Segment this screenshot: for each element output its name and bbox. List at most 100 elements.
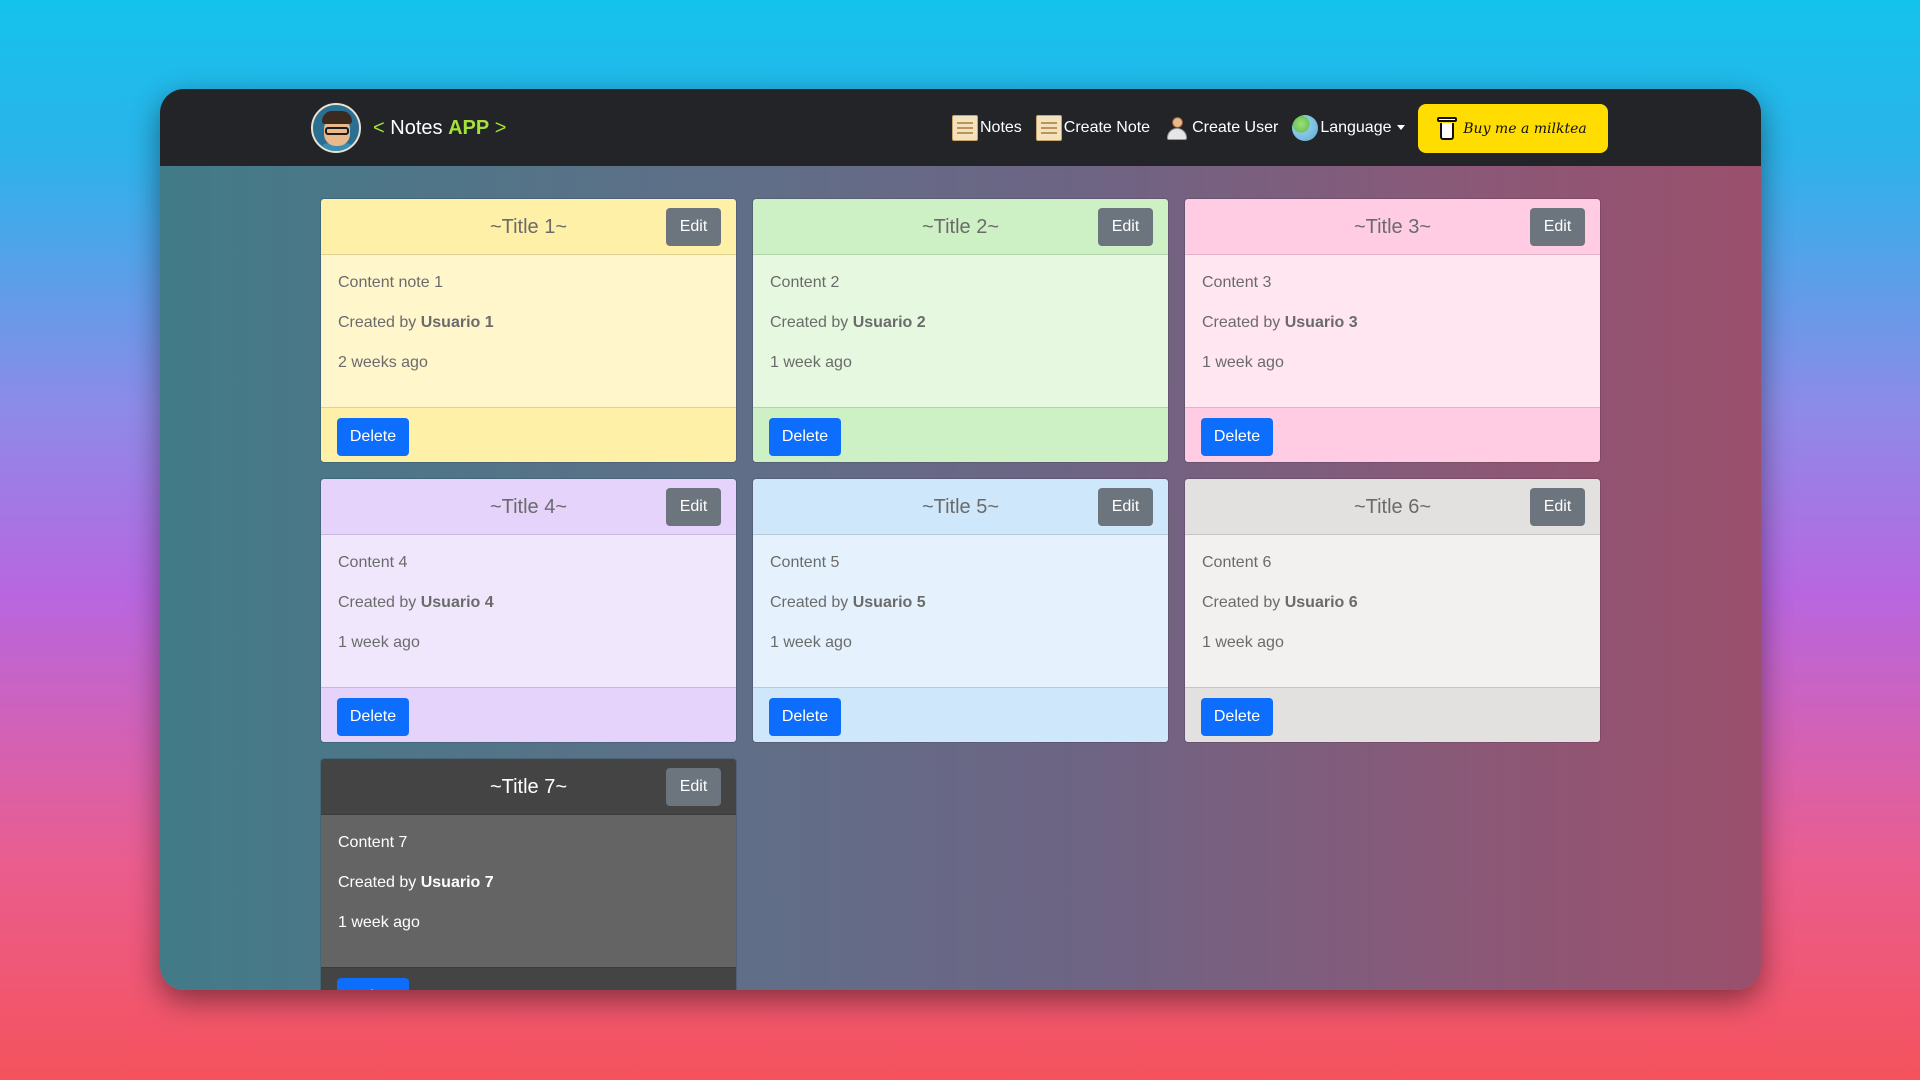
note-created-by: Created by Usuario 1 [338, 313, 719, 353]
note-card-header: ~Title 2~ Edit [753, 199, 1168, 255]
note-created-by: Created by Usuario 7 [338, 873, 719, 913]
created-by-prefix: Created by [338, 874, 421, 891]
note-icon [952, 115, 978, 141]
created-by-prefix: Created by [1202, 314, 1285, 331]
note-card-footer: Delete [321, 407, 736, 462]
edit-button[interactable]: Edit [1098, 208, 1153, 246]
created-by-prefix: Created by [338, 594, 421, 611]
note-card: ~Title 7~ Edit Content 7 Created by Usua… [320, 758, 737, 990]
note-card-body: Content 3 Created by Usuario 3 1 week ag… [1185, 255, 1600, 408]
create-note-icon [1035, 115, 1062, 141]
note-author: Usuario 6 [1284, 594, 1358, 611]
nav-create-note-label: Create Note [1063, 119, 1151, 136]
created-by-prefix: Created by [770, 314, 853, 331]
note-card: ~Title 1~ Edit Content note 1 Created by… [320, 198, 737, 463]
edit-button[interactable]: Edit [666, 768, 721, 806]
note-created-by: Created by Usuario 6 [1202, 593, 1583, 633]
note-card-body: Content 4 Created by Usuario 4 1 week ag… [321, 535, 736, 688]
note-content: Content 4 [338, 554, 408, 571]
brand[interactable]: < Notes APP > [311, 103, 506, 153]
note-card: ~Title 2~ Edit Content 2 Created by Usua… [752, 198, 1169, 463]
delete-button[interactable]: Delete [1201, 698, 1273, 736]
created-by-prefix: Created by [770, 594, 853, 611]
edit-button[interactable]: Edit [666, 488, 721, 526]
note-card-body: Content 6 Created by Usuario 6 1 week ag… [1185, 535, 1600, 688]
note-card-header: ~Title 3~ Edit [1185, 199, 1600, 255]
edit-button[interactable]: Edit [1530, 208, 1585, 246]
note-content: Content 7 [338, 834, 408, 851]
note-author: Usuario 7 [420, 874, 494, 891]
brand-open-bracket: < [373, 116, 391, 139]
brand-app: APP [448, 116, 490, 139]
note-card-footer: Delete [321, 967, 736, 990]
nav-notes-link[interactable]: Notes [952, 115, 1022, 141]
note-card-footer: Delete [1185, 687, 1600, 742]
note-author: Usuario 5 [852, 594, 926, 611]
note-card-footer: Delete [753, 407, 1168, 462]
note-card-header: ~Title 6~ Edit [1185, 479, 1600, 535]
note-content: Content 6 [1202, 554, 1272, 571]
note-created-by: Created by Usuario 5 [770, 593, 1151, 633]
user-icon [1164, 115, 1190, 141]
delete-button[interactable]: Delete [1201, 418, 1273, 456]
caret-down-icon [1396, 124, 1405, 130]
note-content: Content 2 [770, 274, 840, 291]
note-card-footer: Delete [1185, 407, 1600, 462]
note-time: 1 week ago [1202, 634, 1284, 651]
note-content: Content 3 [1202, 274, 1272, 291]
note-content: Content note 1 [338, 274, 443, 291]
note-created-by: Created by Usuario 2 [770, 313, 1151, 353]
brand-title: < Notes APP > [373, 117, 506, 140]
delete-button[interactable]: Delete [337, 978, 409, 990]
edit-button[interactable]: Edit [1098, 488, 1153, 526]
note-card-header: ~Title 4~ Edit [321, 479, 736, 535]
note-card-footer: Delete [321, 687, 736, 742]
note-card: ~Title 4~ Edit Content 4 Created by Usua… [320, 478, 737, 743]
note-card-header: ~Title 7~ Edit [321, 759, 736, 815]
note-author: Usuario 1 [420, 314, 494, 331]
nav-links: Notes Create Note Create User Language [952, 111, 1419, 145]
note-card-body: Content 5 Created by Usuario 5 1 week ag… [753, 535, 1168, 688]
nav-create-note-link[interactable]: Create Note [1035, 115, 1151, 141]
note-author: Usuario 4 [420, 594, 494, 611]
note-created-by: Created by Usuario 4 [338, 593, 719, 633]
note-card-body: Content 7 Created by Usuario 7 1 week ag… [321, 815, 736, 968]
note-author: Usuario 2 [852, 314, 926, 331]
note-time: 2 weeks ago [338, 354, 428, 371]
note-time: 1 week ago [338, 914, 420, 931]
note-author: Usuario 3 [1284, 314, 1358, 331]
note-time: 1 week ago [770, 354, 852, 371]
note-time: 1 week ago [770, 634, 852, 651]
nav-language-dropdown[interactable]: Language [1292, 115, 1405, 141]
app-window: < Notes APP > Notes Create Note Create U… [160, 89, 1761, 990]
brand-close-bracket: > [489, 116, 507, 139]
note-card-body: Content note 1 Created by Usuario 1 2 we… [321, 255, 736, 408]
globe-icon [1292, 115, 1319, 141]
created-by-prefix: Created by [338, 314, 421, 331]
navbar: < Notes APP > Notes Create Note Create U… [160, 89, 1761, 166]
note-card: ~Title 6~ Edit Content 6 Created by Usua… [1184, 478, 1601, 743]
note-card-body: Content 2 Created by Usuario 2 1 week ag… [753, 255, 1168, 408]
avatar [311, 103, 361, 153]
nav-create-user-label: Create User [1192, 119, 1279, 136]
cup-icon [1437, 116, 1458, 141]
note-created-by: Created by Usuario 3 [1202, 313, 1583, 353]
edit-button[interactable]: Edit [666, 208, 721, 246]
edit-button[interactable]: Edit [1530, 488, 1585, 526]
note-card: ~Title 5~ Edit Content 5 Created by Usua… [752, 478, 1169, 743]
buy-milktea-label: Buy me a milktea [1463, 120, 1587, 137]
delete-button[interactable]: Delete [769, 418, 841, 456]
delete-button[interactable]: Delete [337, 418, 409, 456]
delete-button[interactable]: Delete [769, 698, 841, 736]
nav-notes-label: Notes [980, 119, 1022, 136]
buy-milktea-button[interactable]: Buy me a milktea [1418, 104, 1608, 153]
nav-create-user-link[interactable]: Create User [1164, 115, 1278, 141]
note-card-header: ~Title 5~ Edit [753, 479, 1168, 535]
brand-name: Notes [390, 116, 449, 139]
note-content: Content 5 [770, 554, 840, 571]
note-time: 1 week ago [338, 634, 420, 651]
note-card: ~Title 3~ Edit Content 3 Created by Usua… [1184, 198, 1601, 463]
note-time: 1 week ago [1202, 354, 1284, 371]
delete-button[interactable]: Delete [337, 698, 409, 736]
note-card-footer: Delete [753, 687, 1168, 742]
